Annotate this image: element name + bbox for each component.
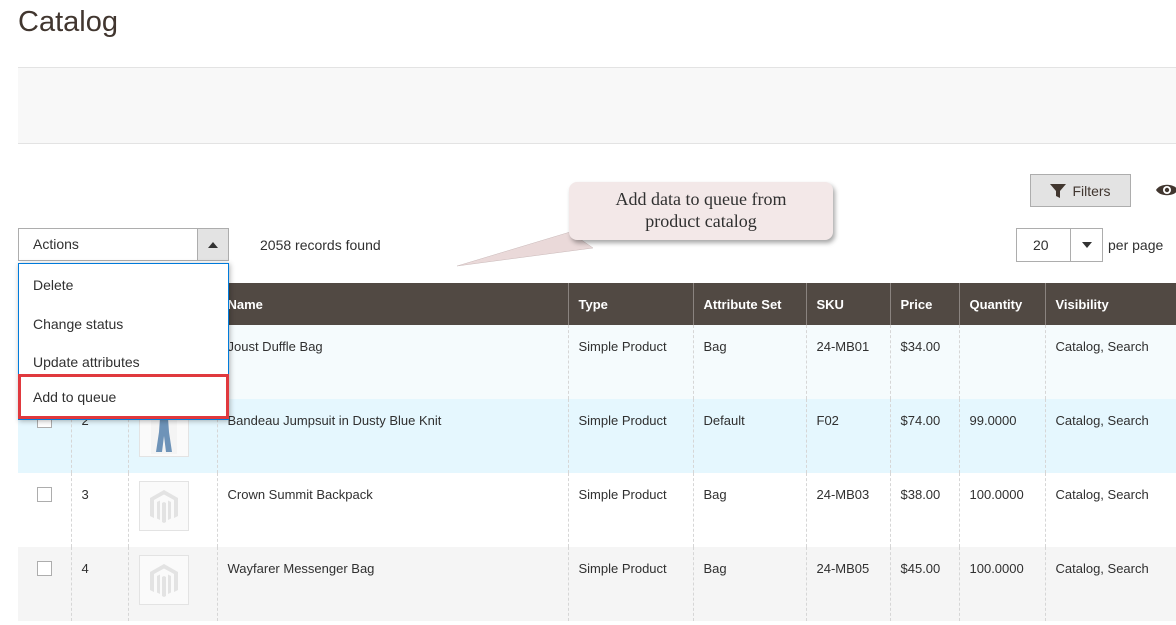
filters-label: Filters xyxy=(1072,182,1111,199)
visibility-cell: Catalog, Search xyxy=(1044,325,1176,399)
visibility-cell: Catalog, Search xyxy=(1044,399,1176,473)
name-cell: Wayfarer Messenger Bag xyxy=(216,547,568,621)
type-cell: Simple Product xyxy=(567,325,693,399)
sku-cell: 24-MB03 xyxy=(805,473,890,547)
actions-toggle-button[interactable] xyxy=(197,229,228,260)
name-cell: Bandeau Jumpsuit in Dusty Blue Knit xyxy=(216,399,568,473)
product-thumbnail[interactable] xyxy=(138,481,189,531)
attribute-set-cell: Bag xyxy=(692,325,806,399)
col-header-name[interactable]: Name xyxy=(216,283,568,325)
name-cell: Joust Duffle Bag xyxy=(216,325,568,399)
sku-cell: 24-MB05 xyxy=(805,547,890,621)
attribute-set-cell: Bag xyxy=(692,473,806,547)
caret-up-icon xyxy=(208,241,218,248)
row-checkbox[interactable] xyxy=(37,561,52,576)
caret-down-icon xyxy=(1081,242,1092,248)
menu-item-change-status[interactable]: Change status xyxy=(19,304,228,342)
sku-cell: F02 xyxy=(805,399,890,473)
col-header-sku[interactable]: SKU xyxy=(805,283,890,325)
id-cell: 3 xyxy=(70,473,128,547)
per-page-select[interactable]: 20 xyxy=(1016,228,1103,262)
table-row[interactable]: 4 Wayfarer Messenger Bag Simple Product … xyxy=(18,547,1176,621)
type-cell: Simple Product xyxy=(567,547,693,621)
quantity-cell xyxy=(958,325,1045,399)
price-cell: $34.00 xyxy=(889,325,959,399)
actions-menu: Delete Change status Update attributes A… xyxy=(18,263,229,420)
per-page-value: 20 xyxy=(1033,237,1049,253)
visibility-cell: Catalog, Search xyxy=(1044,473,1176,547)
col-header-visibility[interactable]: Visibility xyxy=(1044,283,1176,325)
row-select-cell xyxy=(18,473,71,547)
thumbnail-cell xyxy=(127,547,217,621)
row-checkbox[interactable] xyxy=(37,487,52,502)
col-header-quantity[interactable]: Quantity xyxy=(958,283,1045,325)
type-cell: Simple Product xyxy=(567,399,693,473)
records-count: 2058 records found xyxy=(260,237,381,253)
annotation-callout: Add data to queue from product catalog xyxy=(569,182,833,240)
price-cell: $38.00 xyxy=(889,473,959,547)
visibility-cell: Catalog, Search xyxy=(1044,547,1176,621)
price-cell: $74.00 xyxy=(889,399,959,473)
col-header-type[interactable]: Type xyxy=(567,283,693,325)
id-cell: 4 xyxy=(70,547,128,621)
eye-icon[interactable] xyxy=(1155,180,1176,200)
page-actions-band xyxy=(18,68,1176,144)
menu-item-delete[interactable]: Delete xyxy=(19,264,228,304)
price-cell: $45.00 xyxy=(889,547,959,621)
per-page-toggle[interactable] xyxy=(1070,229,1102,261)
row-select-cell xyxy=(18,547,71,621)
attribute-set-cell: Default xyxy=(692,399,806,473)
sku-cell: 24-MB01 xyxy=(805,325,890,399)
page-title: Catalog xyxy=(18,6,118,38)
filter-icon xyxy=(1050,183,1067,198)
per-page-label: per page xyxy=(1108,237,1164,253)
quantity-cell: 100.0000 xyxy=(958,547,1045,621)
filters-button[interactable]: Filters xyxy=(1030,174,1131,207)
table-row[interactable]: 3 Crown Summit Backpack Simple Product B… xyxy=(18,473,1176,547)
name-cell: Crown Summit Backpack xyxy=(216,473,568,547)
thumbnail-cell xyxy=(127,473,217,547)
product-thumbnail[interactable] xyxy=(138,555,189,605)
actions-dropdown[interactable]: Actions xyxy=(18,228,229,261)
attribute-set-cell: Bag xyxy=(692,547,806,621)
callout-line-2: product catalog xyxy=(645,211,757,231)
actions-label: Actions xyxy=(33,236,79,252)
col-header-price[interactable]: Price xyxy=(889,283,959,325)
menu-item-add-to-queue[interactable]: Add to queue xyxy=(18,374,229,419)
quantity-cell: 100.0000 xyxy=(958,473,1045,547)
quantity-cell: 99.0000 xyxy=(958,399,1045,473)
placeholder-image-icon xyxy=(149,564,178,597)
col-header-attribute-set[interactable]: Attribute Set xyxy=(692,283,806,325)
type-cell: Simple Product xyxy=(567,473,693,547)
callout-line-1: Add data to queue from xyxy=(615,189,787,209)
placeholder-image-icon xyxy=(149,490,178,523)
